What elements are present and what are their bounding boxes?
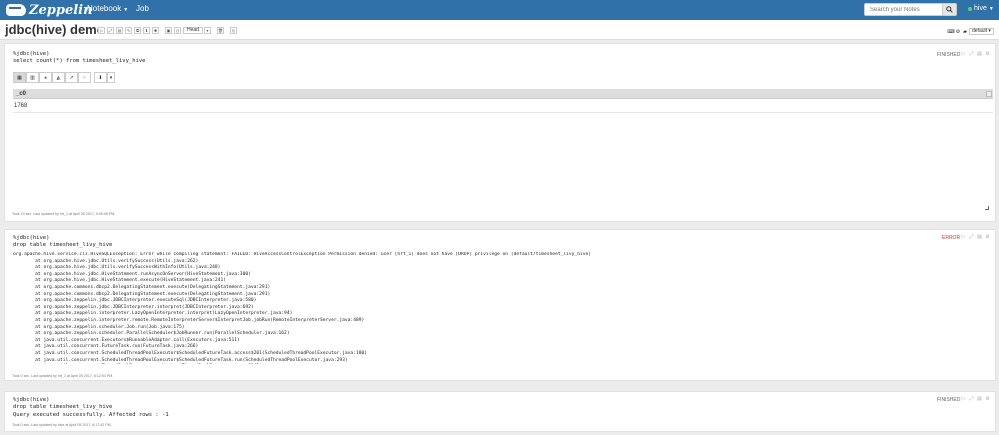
online-status-icon bbox=[968, 6, 972, 11]
paragraph-controls: ▷ ⤢ ▤ ⚙ bbox=[958, 234, 990, 240]
paragraph-gear-icon[interactable]: ⚙ bbox=[985, 396, 990, 402]
notebook-menu[interactable]: Notebook ▼ bbox=[87, 4, 128, 13]
scatter-chart-icon[interactable]: ⁘ bbox=[78, 72, 91, 83]
version-control-button[interactable]: ✱ bbox=[152, 27, 159, 34]
paragraph-1: %jdbc(hive) select count(*) from timeshe… bbox=[4, 43, 996, 222]
revision-dropdown-button[interactable]: ▾ bbox=[203, 27, 211, 34]
code-editor[interactable]: %jdbc(hive) select count(*) from timeshe… bbox=[13, 51, 933, 65]
run-paragraph-icon[interactable]: ▷ bbox=[961, 396, 966, 402]
caret-down-icon: ▼ bbox=[988, 5, 994, 12]
zeppelin-logo-icon bbox=[6, 4, 26, 16]
username: hive bbox=[974, 5, 987, 12]
line-chart-icon[interactable]: ↗ bbox=[65, 72, 78, 83]
area-chart-icon[interactable]: ◭ bbox=[52, 72, 65, 83]
notebook-toolbar: ▷ ⤢ ▤ ✎ ⧉ ⬇ ✱ ▣ ◷ Head ▾ 🗑 ◴ bbox=[98, 27, 239, 34]
table-view-icon[interactable]: ▦ bbox=[13, 72, 26, 83]
history-button[interactable]: ◷ bbox=[174, 27, 181, 34]
resize-handle[interactable] bbox=[985, 206, 989, 210]
show-hide-output-icon[interactable]: ▤ bbox=[977, 396, 982, 402]
paragraph-gear-icon[interactable]: ⚙ bbox=[985, 234, 990, 240]
show-hide-code-button[interactable]: ⤢ bbox=[107, 27, 114, 34]
visualization-toolbar: ▦ ▥ ◕ ◭ ↗ ⁘ ⬇ ▾ bbox=[13, 72, 115, 83]
show-hide-editor-icon[interactable]: ⤢ bbox=[969, 51, 974, 57]
paragraph-footer: Took 0 sec. Last updated by hive at Apri… bbox=[12, 423, 112, 427]
notebook-menu-label: Notebook bbox=[87, 4, 122, 13]
result-table-header: _c0 bbox=[13, 89, 993, 99]
run-paragraph-icon[interactable]: ▷ bbox=[961, 234, 966, 240]
table-cell: 1768 bbox=[14, 103, 28, 109]
zeppelin-logo[interactable]: Zeppelin bbox=[6, 2, 93, 18]
show-hide-output-icon[interactable]: ▤ bbox=[977, 51, 982, 57]
error-output: org.apache.hive.service.cli.HiveSQLExcep… bbox=[13, 252, 592, 363]
look-dropdown-button[interactable]: default ▾ bbox=[969, 28, 994, 35]
paragraph-controls: ▷ ⤢ ▤ ⚙ bbox=[958, 51, 990, 57]
run-paragraph-icon[interactable]: ▷ bbox=[961, 51, 966, 57]
delete-note-button[interactable]: 🗑 bbox=[216, 27, 224, 34]
brand-name: Zeppelin bbox=[29, 2, 93, 18]
paragraph-gear-icon[interactable]: ⚙ bbox=[985, 51, 990, 57]
notebook-title[interactable]: jdbc(hive) demo bbox=[5, 22, 105, 37]
clear-output-button[interactable]: ✎ bbox=[125, 27, 132, 34]
schedule-button[interactable]: ◴ bbox=[229, 27, 237, 34]
user-menu[interactable]: hive ▼ bbox=[968, 5, 994, 12]
export-note-button[interactable]: ⬇ bbox=[143, 27, 150, 34]
job-menu[interactable]: Job bbox=[136, 4, 149, 13]
search-button[interactable] bbox=[942, 3, 957, 16]
notebook-header: jdbc(hive) demo ▷ ⤢ ▤ ✎ ⧉ ⬇ ✱ ▣ ◷ Head ▾… bbox=[0, 20, 999, 40]
caret-down-icon: ▼ bbox=[123, 7, 129, 13]
top-navbar: Zeppelin Notebook▼ Job hive ▼ bbox=[0, 0, 999, 20]
search-icon bbox=[946, 6, 953, 13]
run-all-button[interactable]: ▷ bbox=[98, 27, 105, 34]
paragraph-footer: Took 0 sec. Last updated by hrt_1 at Apr… bbox=[12, 374, 114, 378]
bar-chart-icon[interactable]: ▥ bbox=[26, 72, 39, 83]
pie-chart-icon[interactable]: ◕ bbox=[39, 72, 52, 83]
revision-head-button[interactable]: Head bbox=[183, 27, 203, 34]
code-editor[interactable]: %jdbc(hive) drop table timesheet_livy_hi… bbox=[13, 397, 933, 411]
paragraph-2: %jdbc(hive) drop table timesheet_livy_hi… bbox=[4, 229, 996, 381]
status-badge: FINISHED bbox=[937, 52, 961, 58]
column-menu-button[interactable] bbox=[986, 91, 992, 97]
show-hide-output-button[interactable]: ▤ bbox=[116, 27, 123, 34]
show-hide-editor-icon[interactable]: ⤢ bbox=[969, 234, 974, 240]
show-hide-output-icon[interactable]: ▤ bbox=[977, 234, 982, 240]
clone-note-button[interactable]: ⧉ bbox=[134, 27, 141, 34]
code-editor[interactable]: %jdbc(hive) drop table timesheet_livy_hi… bbox=[13, 235, 933, 249]
commit-button[interactable]: ▣ bbox=[165, 27, 172, 34]
paragraph-footer: Took 19 sec. Last updated by hrt_1 at Ap… bbox=[12, 212, 116, 216]
notebook-settings: ⌨ ⚙ ▰ default ▾ bbox=[947, 28, 994, 35]
query-output: Query executed successfully. Affected ro… bbox=[13, 412, 169, 418]
download-dropdown-icon[interactable]: ▾ bbox=[107, 72, 115, 83]
paragraph-controls: ▷ ⤢ ▤ ⚙ bbox=[958, 396, 990, 402]
table-row-divider bbox=[13, 112, 993, 113]
gear-icon[interactable]: ⚙ bbox=[955, 29, 961, 35]
keyboard-icon[interactable]: ⌨ bbox=[947, 29, 954, 35]
download-icon[interactable]: ⬇ bbox=[94, 72, 107, 83]
status-badge: FINISHED bbox=[937, 397, 961, 403]
paragraph-3: %jdbc(hive) drop table timesheet_livy_hi… bbox=[4, 391, 996, 432]
column-header[interactable]: _c0 bbox=[16, 91, 26, 97]
search-input[interactable] bbox=[864, 3, 943, 16]
show-hide-editor-icon[interactable]: ⤢ bbox=[969, 396, 974, 402]
lock-icon[interactable]: ▰ bbox=[962, 29, 968, 35]
